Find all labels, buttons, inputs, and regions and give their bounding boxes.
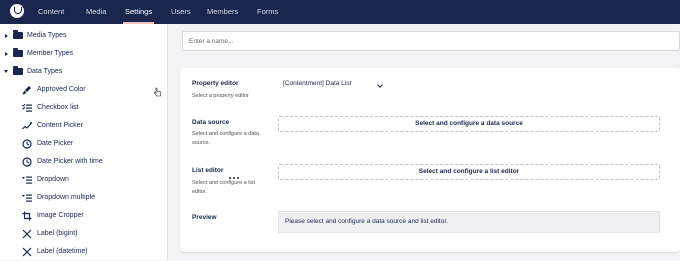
tab-settings[interactable]: Settings [122,0,155,24]
configure-list-editor-button[interactable]: Select and configure a list editor [278,164,660,180]
name-input[interactable] [182,31,680,51]
folder-icon [13,66,23,75]
checkbox-list-icon [22,103,32,113]
tree-item-approved-color[interactable]: Approved Color [0,81,167,99]
cross-icon [22,229,32,239]
property-editor-label: Property editor [192,80,239,87]
dropdown-list-icon [22,175,32,185]
caret-right-icon[interactable] [5,51,8,56]
settings-tree: Media Types Member Types Data Types Appr… [0,24,168,260]
tree-item-label: Image Cropper [37,212,84,219]
cross-icon [22,247,32,257]
configure-data-source-button[interactable]: Select and configure a data source [278,116,660,132]
tree-item-label: Dropdown [37,176,69,183]
tab-members[interactable]: Members [207,0,238,24]
tab-users[interactable]: Users [171,0,191,24]
property-editor-select[interactable]: [Contentment] Data List [283,80,351,87]
tree-item-label-datetime[interactable]: Label (datetime) [0,243,167,261]
tab-forms[interactable]: Forms [257,0,278,24]
folder-icon [13,30,23,39]
tree-item-label-bigint[interactable]: Label (bigint) [0,225,167,243]
tree-item-label: Label (datetime) [37,248,88,255]
tree-item-label: Content Picker [37,122,83,129]
pointer-cursor-icon [154,84,162,97]
tree-section-data-types[interactable]: Data Types [0,63,167,81]
tree-item-date-picker[interactable]: Date Picker [0,135,167,153]
more-dots-icon[interactable] [228,167,240,179]
tree-item-label: Date Picker [37,140,74,147]
tree-section-media-types[interactable]: Media Types [0,27,167,45]
tree-item-content-picker[interactable]: Content Picker [0,117,167,135]
tree-item-label: Checkbox list [37,104,79,111]
list-editor-label: List editor [192,167,224,174]
caret-down-icon[interactable] [4,70,8,73]
clock-icon [22,139,32,149]
tree-item-checkbox-list[interactable]: Checkbox list [0,99,167,117]
tree-item-label: Dropdown multiple [37,194,95,201]
crop-icon [22,211,32,221]
tree-item-label: Approved Color [37,86,86,93]
folder-icon [13,48,23,57]
tree-item-date-picker-with-time[interactable]: Date Picker with time [0,153,167,171]
content-picker-icon [22,121,32,131]
caret-right-icon[interactable] [5,33,8,38]
tree-item-image-cropper[interactable]: Image Cropper [0,207,167,225]
paint-brush-icon [22,85,32,95]
data-source-description: Select and configure a data source. [192,131,259,146]
data-source-label: Data source [192,119,230,126]
preview-label: Preview [192,214,217,221]
tree-item-label: Label (bigint) [37,230,78,237]
preview-box: Please select and configure a data sourc… [278,211,660,233]
list-editor-description: Select and configure a list editor. [192,180,255,195]
tab-content[interactable]: Content [38,0,64,24]
tree-section-label: Media Types [27,32,67,39]
top-nav-bar: Content Media Settings Users Members For… [0,0,680,24]
property-editor-description: Select a property editor [192,93,249,99]
tree-section-member-types[interactable]: Member Types [0,45,167,63]
tree-item-dropdown-multiple[interactable]: Dropdown multiple [0,189,167,207]
clock-icon [22,157,32,167]
dropdown-list-icon [22,193,32,203]
tree-section-label: Member Types [27,50,74,57]
tab-media[interactable]: Media [86,0,106,24]
tree-item-dropdown[interactable]: Dropdown [0,171,167,189]
umbraco-logo-icon[interactable] [10,4,24,18]
tree-section-label: Data Types [27,68,63,75]
tree-item-label: Date Picker with time [37,158,103,165]
